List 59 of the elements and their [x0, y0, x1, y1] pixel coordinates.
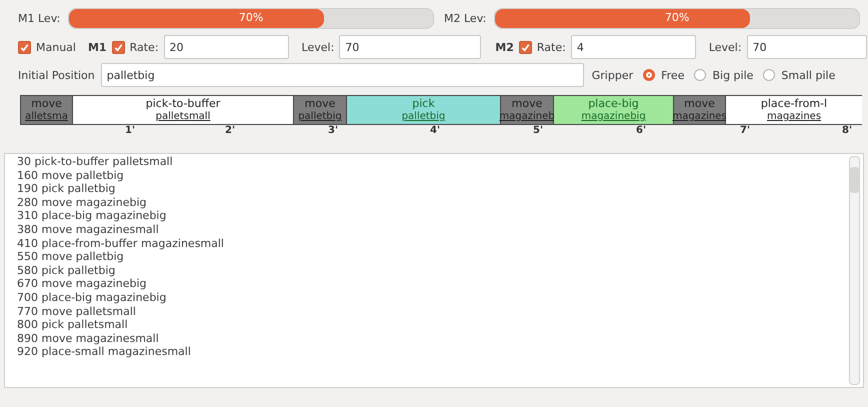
log-line: 310 place-big magazinebig [17, 209, 168, 223]
meter-label: M2 Lev: [444, 12, 486, 25]
scrollbar[interactable] [849, 156, 860, 385]
log-line: 770 move palletsmall [17, 304, 137, 318]
level-field[interactable]: 70 [339, 35, 482, 59]
timeline-block: move palletbig [294, 96, 347, 124]
rate-field[interactable]: 4 [570, 35, 696, 59]
gripper-radio[interactable]: Free [643, 68, 684, 82]
radio-icon[interactable] [643, 69, 656, 81]
tick-label: 1' [125, 125, 136, 137]
timeline-block: move magazines [674, 96, 726, 124]
tick-label: 4' [430, 125, 440, 137]
tick-label: 3' [328, 125, 338, 137]
log-line: 580 pick palletbig [17, 264, 116, 278]
tick-label: 7' [740, 125, 750, 137]
timeline-block: pick-to-buffer palletsmall [73, 96, 294, 124]
initial-position-label: Initial Position [18, 68, 95, 82]
checkbox-icon[interactable] [112, 40, 125, 54]
log-line: 700 place-big magazinebig [17, 290, 168, 305]
gripper-radio[interactable]: Big pile [694, 68, 754, 82]
progress-reading: 70% [238, 11, 264, 24]
meter-label: M1 Lev: [18, 12, 60, 25]
log-line: 30 pick-to-buffer palletsmall [17, 155, 174, 169]
checkbox-icon[interactable] [518, 40, 532, 54]
machine-label: M2 [495, 40, 514, 54]
timeline-block: place-from-l magazines [726, 96, 862, 124]
progress-reading: 70% [664, 11, 690, 24]
rate-label: Rate: [536, 40, 566, 54]
log-line: 800 pick palletsmall [17, 318, 129, 332]
machine-label: M1 [88, 40, 107, 54]
tick-label: 5' [533, 125, 544, 137]
radio-icon[interactable] [763, 69, 776, 81]
radio-icon[interactable] [694, 69, 706, 81]
level-field[interactable]: 70 [746, 35, 867, 59]
initial-position-field[interactable]: palletbig [100, 63, 584, 87]
timeline-block: pick palletbig [347, 96, 501, 124]
log-line: 280 move magazinebig [17, 196, 148, 210]
rate-field[interactable]: 20 [164, 35, 289, 59]
rate-label: Rate: [130, 40, 159, 54]
gripper-label: Gripper [592, 68, 634, 82]
manual-checkbox[interactable]: Manual [18, 40, 76, 54]
tick-label: 2' [225, 125, 236, 137]
log-line: 550 move palletbig [17, 250, 125, 264]
checkbox-icon[interactable] [18, 40, 31, 54]
level-label: Level: [302, 40, 334, 54]
log-line: 410 place-from-buffer magazinesmall [17, 236, 225, 250]
level-label: Level: [708, 40, 742, 54]
log-line: 670 move magazinebig [17, 277, 148, 291]
log-line: 920 place-small magazinesmall [17, 345, 192, 359]
tick-label: 8' [842, 125, 852, 137]
timeline-block: move alletsma [21, 96, 73, 124]
log-line: 890 move magazinesmall [17, 332, 160, 346]
log-line: 190 pick palletbig [17, 182, 116, 196]
tick-label: 6' [636, 125, 646, 137]
log-line: 380 move magazinesmall [17, 222, 160, 237]
timeline-block: place-big magazinebig [554, 96, 674, 124]
log-line: 160 move palletbig [17, 168, 125, 182]
timeline-block: move magazineb [501, 96, 554, 124]
gripper-radio[interactable]: Small pile [763, 68, 836, 82]
